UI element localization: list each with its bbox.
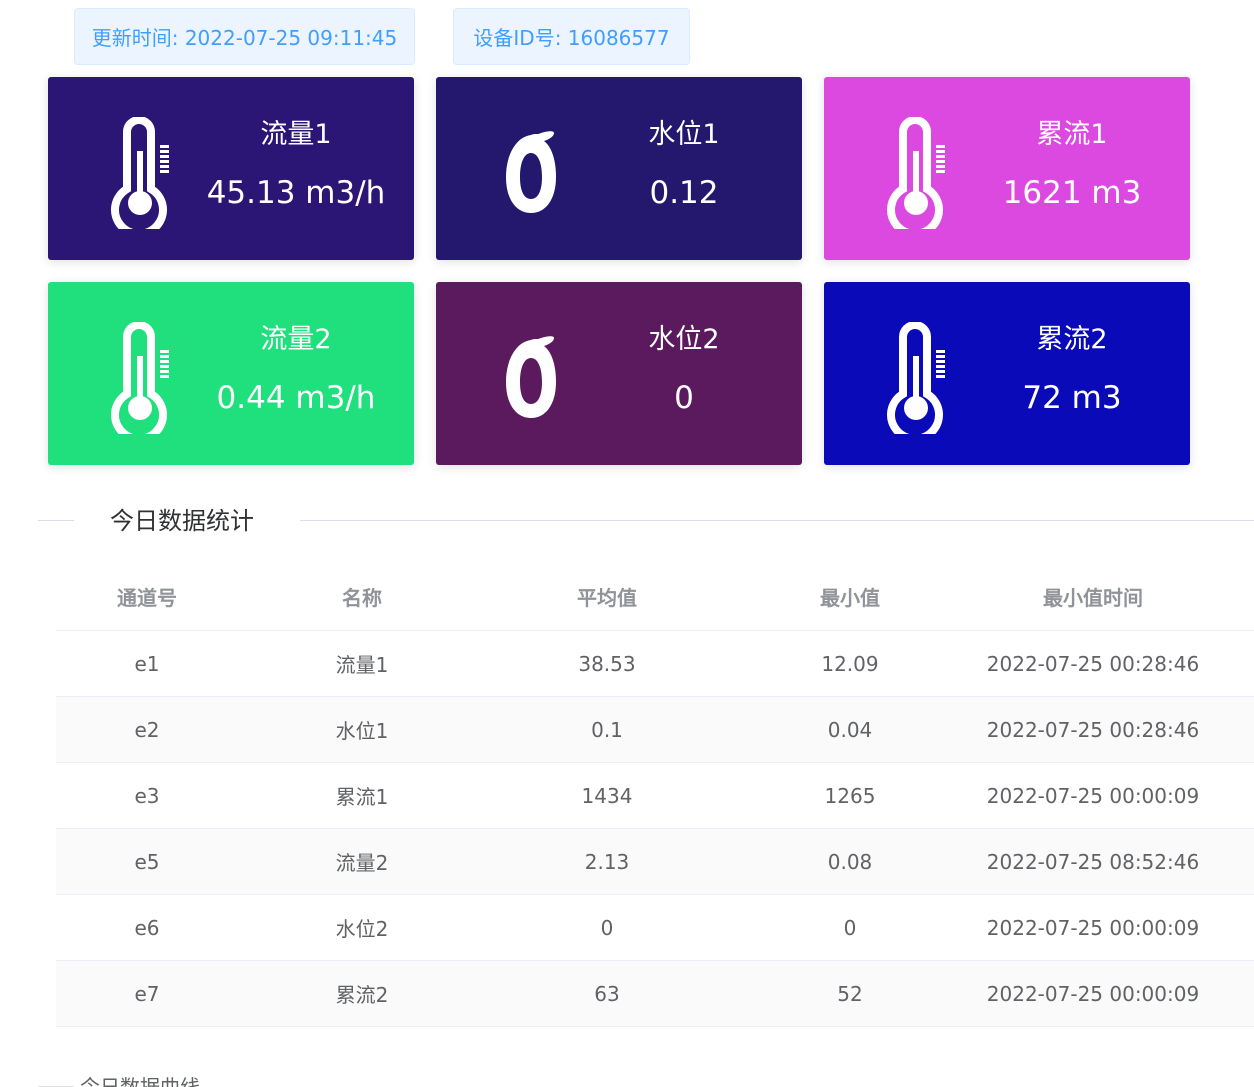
table-cell: 2022-07-25 00:00:09 xyxy=(986,783,1200,808)
curve-section-divider: 今日数据曲线 xyxy=(38,1072,1254,1087)
table-cell: 0 xyxy=(843,915,857,940)
metric-label: 流量1 xyxy=(260,119,332,150)
column-header[interactable]: 名称 xyxy=(238,582,486,611)
ring-icon xyxy=(498,322,564,434)
table-cell: 2.13 xyxy=(584,849,630,874)
divider-line xyxy=(38,520,74,521)
stats-table: 通道号 名称 平均值 最小值 最小值时间 e1 流量1 38.53 12.09 2022… xyxy=(56,562,1254,1027)
thermometer-icon xyxy=(110,117,176,229)
table-cell: e6 xyxy=(134,915,160,940)
metric-value: 0.12 xyxy=(649,175,719,211)
table-cell: 水位2 xyxy=(335,917,389,941)
table-cell: 2022-07-25 08:52:46 xyxy=(986,849,1200,874)
table-cell: e1 xyxy=(134,651,160,676)
divider-line xyxy=(300,520,1254,521)
metric-value: 1621 m3 xyxy=(1002,175,1142,211)
metric-card-flow2: 流量2 0.44 m3/h xyxy=(48,282,414,465)
table-cell: 累流1 xyxy=(335,785,389,809)
metric-card-total2: 累流2 72 m3 xyxy=(824,282,1190,465)
ring-icon xyxy=(498,117,564,229)
table-cell: 38.53 xyxy=(578,651,636,676)
column-header[interactable]: 最小值时间 xyxy=(972,582,1214,611)
table-cell: 0.08 xyxy=(827,849,873,874)
thermometer-icon xyxy=(886,117,952,229)
metric-card-level1: 水位1 0.12 xyxy=(436,77,802,260)
metric-value: 0 xyxy=(674,380,694,416)
metric-value: 72 m3 xyxy=(1022,380,1122,416)
table-cell: 1265 xyxy=(824,783,876,808)
table-cell: 0.04 xyxy=(827,717,873,742)
metric-label: 累流1 xyxy=(1036,119,1108,150)
table-header: 通道号 名称 平均值 最小值 最小值时间 xyxy=(56,562,1254,631)
stats-section-title: 今日数据统计 xyxy=(110,507,254,535)
table-cell: 水位1 xyxy=(335,719,389,743)
table-cell: e2 xyxy=(134,717,160,742)
table-row[interactable]: e3 累流1 1434 1265 2022-07-25 00:00:09 xyxy=(56,763,1254,829)
table-cell: e3 xyxy=(134,783,160,808)
metric-label: 流量2 xyxy=(260,324,332,355)
table-row[interactable]: e6 水位2 0 0 2022-07-25 00:00:09 xyxy=(56,895,1254,961)
table-row[interactable]: e5 流量2 2.13 0.08 2022-07-25 08:52:46 xyxy=(56,829,1254,895)
metric-card-total1: 累流1 1621 m3 xyxy=(824,77,1190,260)
table-cell: 52 xyxy=(837,981,863,1006)
table-cell: e5 xyxy=(134,849,160,874)
device-id-tag: 设备ID号: 16086577 xyxy=(453,8,690,65)
update-time-tag: 更新时间: 2022-07-25 09:11:45 xyxy=(74,8,415,65)
metric-label: 累流2 xyxy=(1036,324,1108,355)
column-header[interactable]: 平均值 xyxy=(486,582,728,611)
table-cell: 63 xyxy=(594,981,620,1006)
table-cell: 2022-07-25 00:00:09 xyxy=(986,981,1200,1006)
table-cell: 流量2 xyxy=(335,851,389,875)
table-cell: 累流2 xyxy=(335,983,389,1007)
table-cell: 0 xyxy=(600,915,614,940)
table-row[interactable]: e1 流量1 38.53 12.09 2022-07-25 00:28:46 xyxy=(56,631,1254,697)
stats-section-divider: 今日数据统计 xyxy=(38,506,1254,536)
table-row[interactable]: e2 水位1 0.1 0.04 2022-07-25 00:28:46 xyxy=(56,697,1254,763)
metric-label: 水位2 xyxy=(648,324,720,355)
curve-section-title: 今日数据曲线 xyxy=(80,1075,200,1087)
table-cell: 2022-07-25 00:00:09 xyxy=(986,915,1200,940)
table-cell: e7 xyxy=(134,981,160,1006)
column-header[interactable]: 最小值 xyxy=(728,582,972,611)
table-cell: 12.09 xyxy=(821,651,879,676)
table-cell: 1434 xyxy=(581,783,633,808)
metric-value: 0.44 m3/h xyxy=(216,380,376,416)
metric-card-flow1: 流量1 45.13 m3/h xyxy=(48,77,414,260)
column-header[interactable]: 通道号 xyxy=(56,582,238,611)
dashboard: 更新时间: 2022-07-25 09:11:45 设备ID号: 1608657… xyxy=(0,0,1254,1087)
metric-value: 45.13 m3/h xyxy=(206,175,386,211)
thermometer-icon xyxy=(110,322,176,434)
table-row[interactable]: e7 累流2 63 52 2022-07-25 00:00:09 xyxy=(56,961,1254,1027)
table-body: e1 流量1 38.53 12.09 2022-07-25 00:28:46 e2 水位1 0… xyxy=(56,631,1254,1027)
thermometer-icon xyxy=(886,322,952,434)
table-cell: 2022-07-25 00:28:46 xyxy=(986,651,1200,676)
table-cell: 流量1 xyxy=(335,653,389,677)
metric-label: 水位1 xyxy=(648,119,720,150)
metric-card-level2: 水位2 0 xyxy=(436,282,802,465)
table-cell: 2022-07-25 00:28:46 xyxy=(986,717,1200,742)
table-cell: 0.1 xyxy=(591,717,623,742)
